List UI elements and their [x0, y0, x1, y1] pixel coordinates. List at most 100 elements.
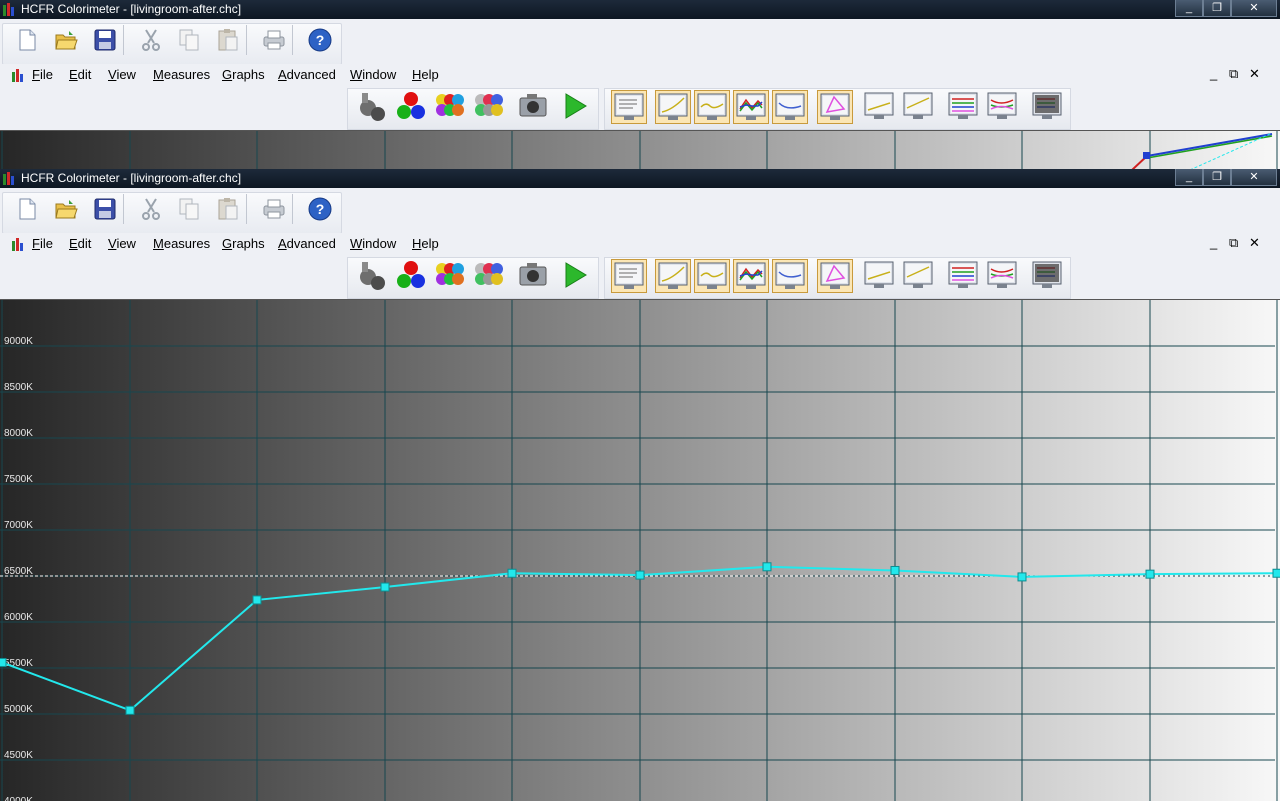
menu-help[interactable]: Help — [412, 236, 439, 251]
menu-edit[interactable]: Edit — [69, 236, 91, 251]
menu-edit[interactable]: Edit — [69, 67, 91, 82]
data-point[interactable] — [0, 657, 7, 667]
colors-button[interactable] — [434, 259, 470, 293]
open-icon[interactable] — [53, 27, 79, 53]
play-button[interactable] — [558, 90, 594, 124]
restore-button[interactable]: ❐ — [1203, 0, 1231, 17]
menu-file[interactable]: File — [32, 236, 53, 251]
close-button[interactable]: ✕ — [1231, 169, 1277, 186]
probe-button[interactable] — [356, 259, 392, 293]
restore-button[interactable]: ❐ — [1203, 169, 1231, 186]
menu-file[interactable]: File — [32, 67, 53, 82]
graph-luminance-icon — [658, 93, 688, 120]
camera-icon — [519, 263, 547, 286]
menu-view[interactable]: View — [108, 67, 136, 82]
data-point[interactable] — [635, 570, 645, 580]
rgb-balls-button[interactable] — [395, 90, 431, 124]
data-point[interactable] — [507, 568, 517, 578]
menu-graphs[interactable]: Graphs — [222, 67, 265, 82]
document-icon[interactable] — [12, 237, 26, 251]
rgb-balls-button[interactable] — [395, 259, 431, 293]
mdi-restore-button[interactable]: ⧉ — [1229, 235, 1238, 251]
copy-icon[interactable] — [176, 27, 202, 53]
data-point[interactable] — [762, 562, 772, 572]
copy-icon[interactable] — [176, 196, 202, 222]
graph-sat-lum-button[interactable] — [985, 259, 1021, 293]
graph-rgb-button[interactable] — [733, 259, 769, 293]
menu-view[interactable]: View — [108, 236, 136, 251]
mdi-restore-button[interactable]: ⧉ — [1229, 66, 1238, 82]
data-point[interactable] — [252, 595, 262, 605]
graph-gamma-icon — [697, 93, 727, 120]
print-icon[interactable] — [261, 196, 287, 222]
menu-measures[interactable]: Measures — [153, 236, 210, 251]
cut-icon[interactable] — [138, 27, 164, 53]
back-window-titlebar[interactable]: HCFR Colorimeter - [livingroom-after.chc… — [0, 0, 1280, 19]
graph-luminance-button[interactable] — [655, 90, 691, 124]
front-window-titlebar[interactable]: HCFR Colorimeter - [livingroom-after.chc… — [0, 169, 1280, 188]
graph-data-icon — [614, 262, 644, 289]
mdi-minimize-button[interactable]: _ — [1210, 66, 1217, 81]
menu-graphs[interactable]: Graphs — [222, 236, 265, 251]
help-icon[interactable]: ? — [307, 196, 333, 222]
data-point[interactable] — [1017, 572, 1027, 582]
print-icon[interactable] — [261, 27, 287, 53]
save-icon[interactable] — [92, 196, 118, 222]
graph-cie-button[interactable] — [817, 90, 853, 124]
graph-gamma-button[interactable] — [694, 259, 730, 293]
menu-help[interactable]: Help — [412, 67, 439, 82]
play-button[interactable] — [558, 259, 594, 293]
graph-measures-button[interactable] — [1030, 259, 1066, 293]
menu-window[interactable]: Window — [350, 67, 396, 82]
mdi-close-button[interactable]: ✕ — [1249, 235, 1260, 251]
graph-sat-lum-icon — [987, 92, 1017, 119]
data-point[interactable] — [1145, 569, 1155, 579]
new-icon[interactable] — [14, 27, 40, 53]
graph-gamma-icon — [697, 262, 727, 289]
graph-near-black-button[interactable] — [862, 90, 898, 124]
gray-balls-button[interactable] — [473, 90, 509, 124]
data-point[interactable] — [380, 582, 390, 592]
graph-near-white-button[interactable] — [901, 90, 937, 124]
menu-measures[interactable]: Measures — [153, 67, 210, 82]
close-button[interactable]: ✕ — [1231, 0, 1277, 17]
graph-measures-button[interactable] — [1030, 90, 1066, 124]
minimize-button[interactable]: _ — [1175, 0, 1203, 17]
data-point[interactable] — [125, 705, 135, 715]
minimize-button[interactable]: _ — [1175, 169, 1203, 186]
camera-button[interactable] — [517, 90, 553, 124]
mdi-close-button[interactable]: ✕ — [1249, 66, 1260, 82]
save-icon[interactable] — [92, 27, 118, 53]
document-icon[interactable] — [12, 68, 26, 82]
graph-luminance-button[interactable] — [655, 259, 691, 293]
graph-rgb-button[interactable] — [733, 90, 769, 124]
graph-saturation-button[interactable] — [946, 259, 982, 293]
graph-cie-button[interactable] — [817, 259, 853, 293]
graph-data-button[interactable] — [611, 259, 647, 293]
data-point[interactable] — [890, 565, 900, 575]
graph-near-white-button[interactable] — [901, 259, 937, 293]
graph-near-black-button[interactable] — [862, 259, 898, 293]
menu-advanced[interactable]: Advanced — [278, 67, 336, 82]
help-icon[interactable]: ? — [307, 27, 333, 53]
graph-gamma-button[interactable] — [694, 90, 730, 124]
data-point[interactable] — [1272, 568, 1280, 578]
mdi-minimize-button[interactable]: _ — [1210, 235, 1217, 250]
paste-icon[interactable] — [215, 196, 241, 222]
rgb-balls-icon — [397, 261, 425, 288]
menu-advanced[interactable]: Advanced — [278, 236, 336, 251]
graph-saturation-button[interactable] — [946, 90, 982, 124]
graph-temp-button[interactable] — [772, 259, 808, 293]
graph-temp-button[interactable] — [772, 90, 808, 124]
new-icon[interactable] — [14, 196, 40, 222]
cut-icon[interactable] — [138, 196, 164, 222]
colors-button[interactable] — [434, 90, 470, 124]
graph-sat-lum-button[interactable] — [985, 90, 1021, 124]
gray-balls-button[interactable] — [473, 259, 509, 293]
probe-button[interactable] — [356, 90, 392, 124]
camera-button[interactable] — [517, 259, 553, 293]
paste-icon[interactable] — [215, 27, 241, 53]
open-icon[interactable] — [53, 196, 79, 222]
graph-data-button[interactable] — [611, 90, 647, 124]
menu-window[interactable]: Window — [350, 236, 396, 251]
